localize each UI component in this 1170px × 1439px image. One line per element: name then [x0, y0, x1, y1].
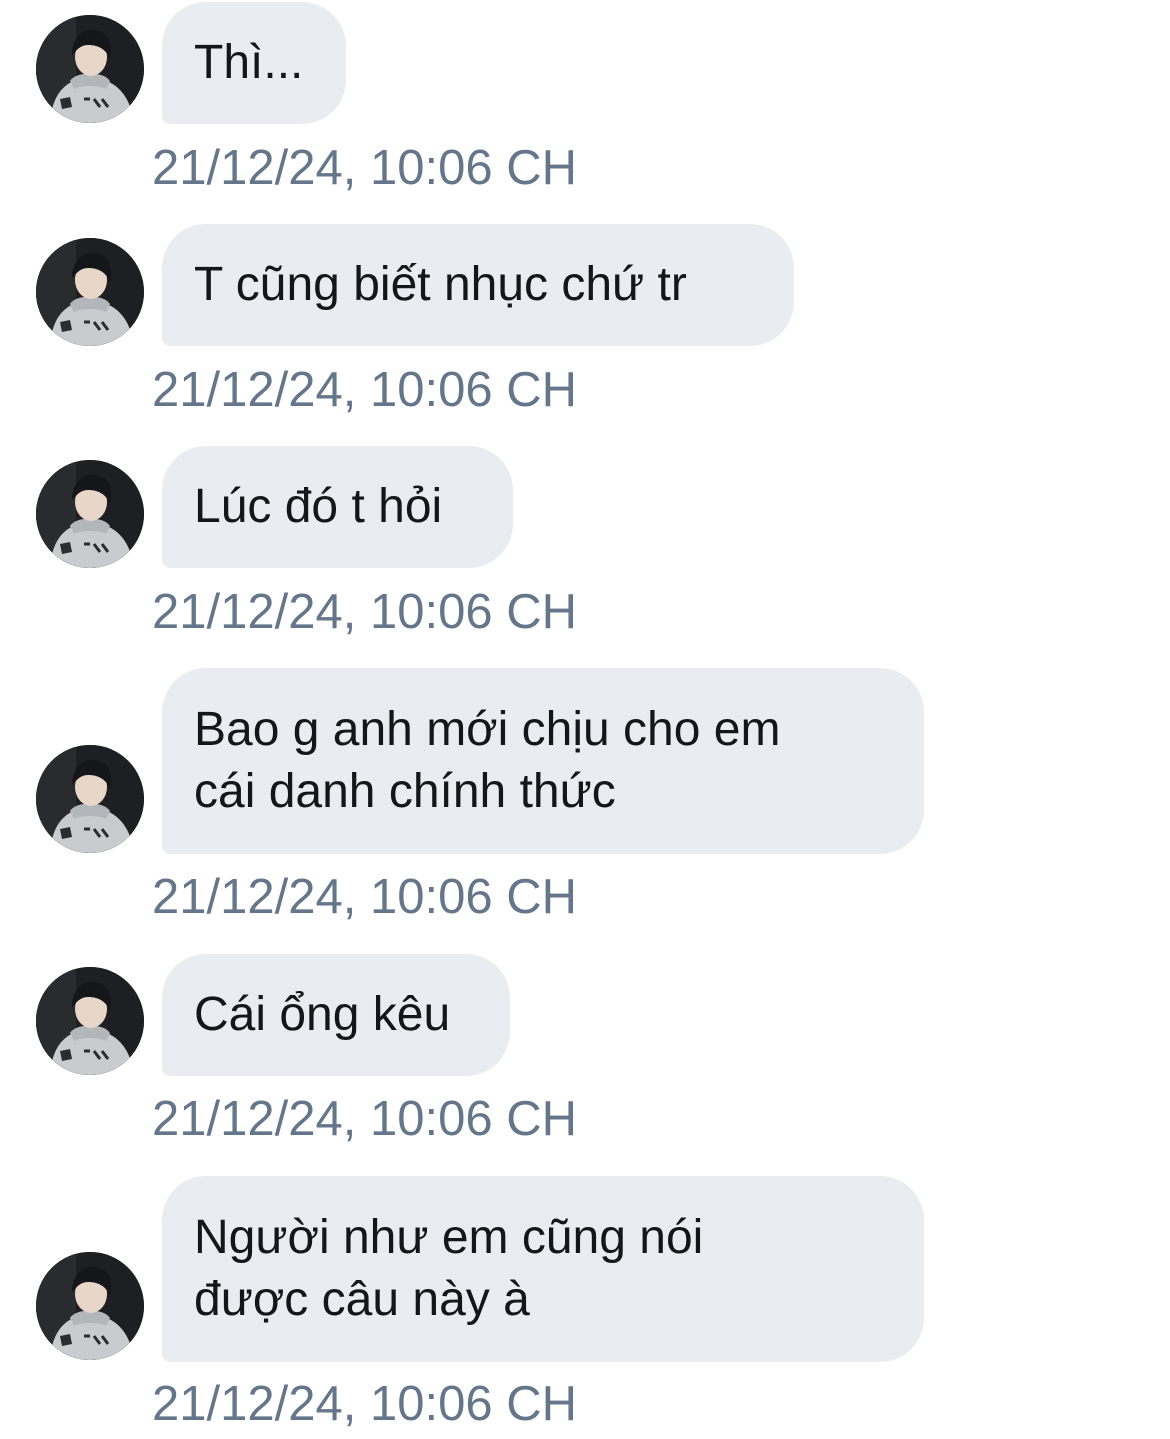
message-bubble[interactable]: Bao g anh mới chịu cho em cái danh chính… — [162, 668, 924, 854]
message-timestamp: 21/12/24, 10:06 CH — [152, 870, 577, 924]
message-timestamp: 21/12/24, 10:06 CH — [152, 363, 577, 417]
message-bubble[interactable]: Cái ổng kêu — [162, 954, 510, 1076]
message-bubble[interactable]: Người như em cũng nói được câu này à — [162, 1176, 924, 1362]
avatar[interactable] — [36, 745, 144, 853]
message-timestamp: 21/12/24, 10:06 CH — [152, 585, 577, 639]
message-timestamp: 21/12/24, 10:06 CH — [152, 1092, 577, 1146]
avatar[interactable] — [36, 1252, 144, 1360]
avatar[interactable] — [36, 238, 144, 346]
message-bubble[interactable]: Lúc đó t hỏi — [162, 446, 513, 568]
message-bubble[interactable]: Thì... — [162, 2, 346, 124]
message-timestamp: 21/12/24, 10:06 CH — [152, 141, 577, 195]
avatar[interactable] — [36, 15, 144, 123]
message-timestamp: 21/12/24, 10:06 CH — [152, 1377, 577, 1431]
avatar[interactable] — [36, 967, 144, 1075]
dm-conversation: { "messages": [ {"text": "Thì...", "time… — [0, 0, 1170, 1439]
message-bubble[interactable]: T cũng biết nhục chứ tr — [162, 224, 794, 346]
avatar[interactable] — [36, 460, 144, 568]
